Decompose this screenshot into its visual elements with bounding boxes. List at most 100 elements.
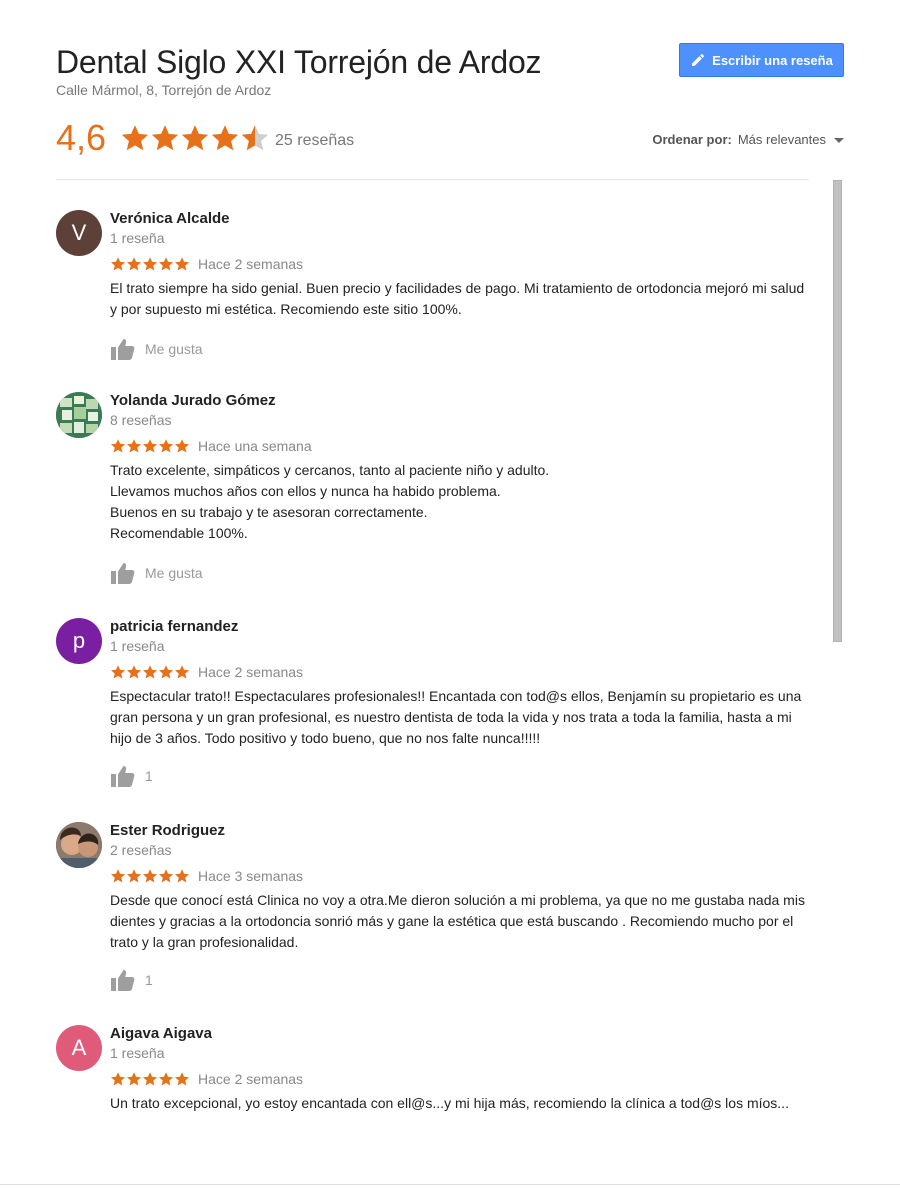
reviewer-name[interactable]: patricia fernandez	[110, 618, 238, 635]
star-icon	[126, 256, 142, 272]
thumbs-up-icon	[110, 968, 136, 992]
avatar[interactable]	[56, 822, 102, 868]
pencil-icon	[692, 53, 705, 66]
review-text: Trato excelente, simpáticos y cercanos, …	[110, 460, 810, 544]
write-review-button[interactable]: Escribir una reseña	[679, 43, 844, 77]
sort-dropdown[interactable]: Ordenar por: Más relevantes	[652, 132, 844, 147]
star-icon	[110, 664, 126, 680]
place-address: Calle Mármol, 8, Torrejón de Ardoz	[56, 82, 272, 98]
star-icon	[126, 1071, 142, 1087]
like-label: Me gusta	[145, 565, 203, 581]
review-text: El trato siempre ha sido genial. Buen pr…	[110, 278, 810, 320]
review-text-line: Trato excelente, simpáticos y cercanos, …	[110, 462, 550, 478]
avatar[interactable]: A	[56, 1025, 102, 1071]
star-icon	[150, 123, 180, 153]
review-stars	[110, 256, 190, 272]
avatar[interactable]	[56, 392, 102, 438]
reviewer-review-count: 1 reseña	[110, 638, 165, 654]
review-item: Yolanda Jurado Gómez 8 reseñas Hace una …	[56, 392, 816, 592]
review-time: Hace 2 semanas	[198, 256, 304, 272]
caret-down-icon	[834, 138, 844, 143]
reviewer-name[interactable]: Ester Rodriguez	[110, 822, 225, 839]
reviewer-review-count: 1 reseña	[110, 230, 165, 246]
review-list[interactable]: V Verónica Alcalde 1 reseña Hace 2 seman…	[56, 180, 816, 1142]
review-text-line: Llevamos muchos años con ellos y nunca h…	[110, 483, 501, 499]
thumbs-up-icon	[110, 337, 136, 361]
like-button[interactable]: Me gusta	[110, 561, 203, 585]
star-icon	[158, 256, 174, 272]
review-time: Hace una semana	[198, 438, 312, 454]
like-button[interactable]: Me gusta	[110, 337, 203, 361]
like-count: 1	[145, 768, 153, 784]
half-star-icon	[240, 123, 270, 153]
review-meta: Hace una semana	[110, 438, 312, 454]
review-time: Hace 2 semanas	[198, 664, 304, 680]
review-text-line: Desde que conocí está Clinica no voy a o…	[110, 892, 805, 950]
star-icon	[110, 438, 126, 454]
avatar-photo	[56, 392, 102, 438]
write-review-label: Escribir una reseña	[712, 52, 833, 68]
reviewer-name[interactable]: Aigava Aigava	[110, 1025, 212, 1042]
review-text-line: El trato siempre ha sido genial. Buen pr…	[110, 280, 805, 317]
review-text: Desde que conocí está Clinica no voy a o…	[110, 890, 810, 953]
review-meta: Hace 2 semanas	[110, 664, 303, 680]
review-text-line: Buenos en su trabajo y te asesoran corre…	[110, 504, 428, 520]
average-rating: 4,6	[56, 117, 107, 158]
star-icon	[126, 438, 142, 454]
avatar-letter: V	[71, 220, 87, 245]
avatar-photo	[56, 822, 102, 868]
review-item: A Aigava Aigava 1 reseña Hace 2 semanas …	[56, 1025, 816, 1142]
average-rating-stars	[120, 123, 270, 153]
star-icon	[142, 256, 158, 272]
review-stars	[110, 664, 190, 680]
star-icon	[142, 664, 158, 680]
star-icon	[180, 123, 210, 153]
star-icon	[174, 256, 190, 272]
review-text-line: Recomendable 100%.	[110, 525, 248, 541]
review-time: Hace 2 semanas	[198, 1071, 304, 1087]
review-stars	[110, 438, 190, 454]
star-icon	[142, 438, 158, 454]
review-text: Un trato excepcional, yo estoy encantada…	[110, 1093, 810, 1114]
review-item: Ester Rodriguez 2 reseñas Hace 3 semanas…	[56, 822, 816, 1002]
review-item: p patricia fernandez 1 reseña Hace 2 sem…	[56, 618, 816, 798]
review-text-line: Espectacular trato!! Espectaculares prof…	[110, 688, 802, 746]
review-count: 25 reseñas	[275, 132, 355, 149]
rating-summary: 4,6 25 reseñas Ordenar por: Más relevant…	[56, 118, 844, 158]
star-icon	[158, 1071, 174, 1087]
review-stars	[110, 868, 190, 884]
star-icon	[126, 868, 142, 884]
reviewer-name[interactable]: Verónica Alcalde	[110, 210, 230, 227]
star-icon	[110, 256, 126, 272]
avatar[interactable]: p	[56, 618, 102, 664]
star-icon	[158, 438, 174, 454]
review-time: Hace 3 semanas	[198, 868, 304, 884]
review-stars	[110, 1071, 190, 1087]
like-button[interactable]: 1	[110, 764, 153, 788]
star-icon	[120, 123, 150, 153]
star-icon	[174, 1071, 190, 1087]
star-icon	[142, 868, 158, 884]
like-button[interactable]: 1	[110, 968, 153, 992]
star-icon	[110, 868, 126, 884]
page-title: Dental Siglo XXI Torrejón de Ardoz	[56, 44, 542, 80]
divider	[0, 1184, 900, 1185]
like-label: Me gusta	[145, 341, 203, 357]
reviewer-review-count: 2 reseñas	[110, 842, 172, 858]
thumbs-up-icon	[110, 561, 136, 585]
star-icon	[158, 664, 174, 680]
star-icon	[174, 868, 190, 884]
review-meta: Hace 2 semanas	[110, 1071, 303, 1087]
scrollbar[interactable]	[833, 180, 842, 642]
like-count: 1	[145, 972, 153, 988]
review-meta: Hace 2 semanas	[110, 256, 303, 272]
star-icon	[174, 664, 190, 680]
star-icon	[110, 1071, 126, 1087]
review-item: V Verónica Alcalde 1 reseña Hace 2 seman…	[56, 210, 816, 390]
star-icon	[174, 438, 190, 454]
avatar[interactable]: V	[56, 210, 102, 256]
reviewer-name[interactable]: Yolanda Jurado Gómez	[110, 392, 276, 409]
star-icon	[210, 123, 240, 153]
thumbs-up-icon	[110, 764, 136, 788]
review-text-line: Un trato excepcional, yo estoy encantada…	[110, 1095, 789, 1111]
